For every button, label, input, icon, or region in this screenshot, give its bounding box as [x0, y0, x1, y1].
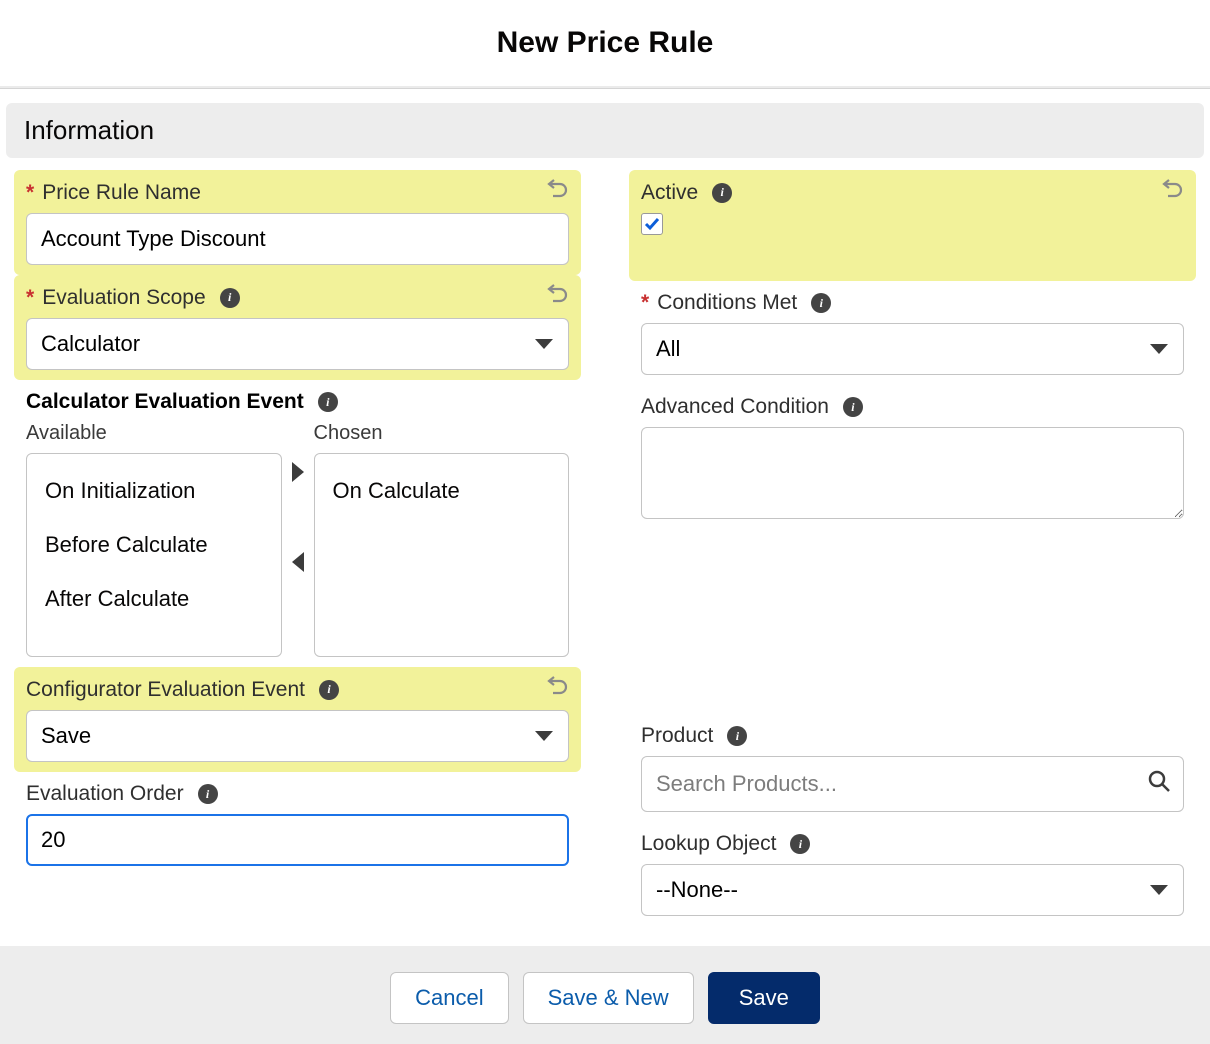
required-star: * [26, 286, 34, 310]
label-evaluation-scope: * Evaluation Scope i [26, 286, 240, 310]
move-right-button[interactable] [292, 462, 304, 482]
list-item[interactable]: On Initialization [27, 464, 281, 518]
right-column: Active i * Conditions Met [629, 170, 1196, 926]
undo-icon[interactable] [545, 675, 569, 704]
cancel-button[interactable]: Cancel [390, 972, 508, 1024]
undo-icon[interactable] [1160, 178, 1184, 207]
label-evaluation-order: Evaluation Order i [26, 782, 218, 806]
field-advanced-condition: Advanced Condition i [629, 385, 1196, 534]
field-active: Active i [629, 170, 1196, 281]
info-icon[interactable]: i [220, 288, 240, 308]
save-button[interactable]: Save [708, 972, 820, 1024]
label-lookup-object: Lookup Object i [641, 832, 810, 856]
chosen-label: Chosen [314, 422, 570, 445]
left-column: * Price Rule Name * Evaluation Scope i [14, 170, 581, 926]
undo-icon[interactable] [545, 178, 569, 207]
button-bar: Cancel Save & New Save [0, 946, 1210, 1044]
search-icon[interactable] [1147, 769, 1171, 799]
list-item[interactable]: On Calculate [315, 464, 569, 518]
advanced-condition-input[interactable] [641, 427, 1184, 519]
form-area: * Price Rule Name * Evaluation Scope i [14, 158, 1196, 926]
spacer [629, 534, 1196, 714]
field-product: Product i [629, 714, 1196, 822]
evaluation-scope-select[interactable]: Calculator [26, 318, 569, 370]
label-price-rule-name: * Price Rule Name [26, 181, 201, 205]
config-eval-event-select[interactable]: Save [26, 710, 569, 762]
info-icon[interactable]: i [843, 397, 863, 417]
required-star: * [26, 181, 34, 205]
undo-icon[interactable] [545, 283, 569, 312]
field-evaluation-scope: * Evaluation Scope i Calculator [14, 275, 581, 380]
field-calc-eval-event: Calculator Evaluation Event i Available … [14, 380, 581, 667]
info-icon[interactable]: i [712, 183, 732, 203]
field-conditions-met: * Conditions Met i All [629, 281, 1196, 385]
dual-listbox: Available On Initialization Before Calcu… [26, 422, 569, 657]
save-and-new-button[interactable]: Save & New [523, 972, 694, 1024]
info-icon[interactable]: i [790, 834, 810, 854]
info-icon[interactable]: i [811, 293, 831, 313]
field-evaluation-order: Evaluation Order i [14, 772, 581, 876]
active-checkbox[interactable] [641, 213, 663, 235]
label-config-eval-event: Configurator Evaluation Event i [26, 678, 339, 702]
conditions-met-select[interactable]: All [641, 323, 1184, 375]
info-icon[interactable]: i [727, 726, 747, 746]
available-listbox[interactable]: On Initialization Before Calculate After… [26, 453, 282, 657]
label-active: Active i [641, 181, 732, 205]
section-header-information: Information [6, 103, 1204, 158]
list-item[interactable]: After Calculate [27, 572, 281, 626]
product-search-input[interactable] [656, 771, 1147, 797]
available-label: Available [26, 422, 282, 445]
label-calc-eval-event: Calculator Evaluation Event i [26, 390, 338, 414]
field-lookup-object: Lookup Object i --None-- [629, 822, 1196, 926]
chosen-listbox[interactable]: On Calculate [314, 453, 570, 657]
field-config-eval-event: Configurator Evaluation Event i Save [14, 667, 581, 772]
label-advanced-condition: Advanced Condition i [641, 395, 863, 419]
label-conditions-met: * Conditions Met i [641, 291, 831, 315]
evaluation-order-input[interactable] [26, 814, 569, 866]
field-price-rule-name: * Price Rule Name [14, 170, 581, 275]
lookup-object-select[interactable]: --None-- [641, 864, 1184, 916]
list-item[interactable]: Before Calculate [27, 518, 281, 572]
divider [0, 86, 1210, 89]
price-rule-name-input[interactable] [26, 213, 569, 265]
required-star: * [641, 291, 649, 315]
info-icon[interactable]: i [198, 784, 218, 804]
label-product: Product i [641, 724, 747, 748]
info-icon[interactable]: i [319, 680, 339, 700]
info-icon[interactable]: i [318, 392, 338, 412]
page-title: New Price Rule [0, 0, 1210, 86]
product-lookup[interactable] [641, 756, 1184, 812]
move-left-button[interactable] [292, 552, 304, 572]
